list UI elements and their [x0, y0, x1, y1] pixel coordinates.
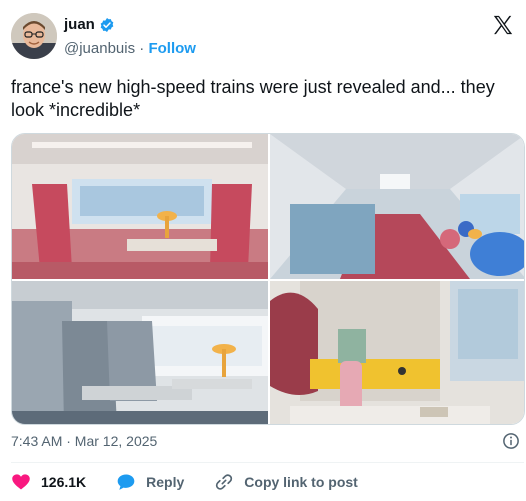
author-handle-row: @juanbuis · Follow	[64, 40, 196, 57]
tweet-meta-row: 7:43 AM · Mar 12, 2025	[11, 433, 524, 449]
info-icon[interactable]	[502, 432, 520, 450]
follow-button[interactable]: Follow	[148, 40, 196, 57]
train-interior-photo-1[interactable]	[12, 134, 268, 279]
verified-badge-icon	[100, 17, 114, 32]
x-logo-icon[interactable]	[492, 14, 514, 36]
link-icon	[216, 474, 233, 490]
reply-bubble-icon	[117, 474, 135, 490]
tweet-timestamp[interactable]: 7:43 AM · Mar 12, 2025	[11, 433, 157, 449]
avatar[interactable]	[11, 13, 57, 59]
divider	[11, 462, 524, 463]
heart-icon	[12, 474, 30, 490]
train-interior-photo-4[interactable]	[270, 281, 524, 424]
reply-label: Reply	[146, 474, 185, 490]
avatar-icon	[11, 13, 57, 59]
tweet-actions: 126.1K Reply Copy link to post	[11, 472, 388, 492]
reply-button[interactable]: Reply	[116, 472, 184, 492]
author-name[interactable]: juan	[64, 16, 95, 33]
author-name-row: juan	[64, 16, 115, 33]
copy-link-button[interactable]: Copy link to post	[214, 472, 358, 492]
train-interior-photo-3[interactable]	[12, 281, 268, 424]
like-button[interactable]: 126.1K	[11, 472, 86, 492]
separator-dot: ·	[139, 40, 145, 57]
tweet-text: france's new high-speed trains were just…	[11, 77, 495, 120]
like-count: 126.1K	[41, 474, 87, 490]
copy-link-label: Copy link to post	[244, 474, 358, 490]
train-interior-photo-2[interactable]	[270, 134, 524, 279]
media-grid[interactable]	[11, 133, 525, 425]
author-handle[interactable]: @juanbuis	[64, 40, 135, 57]
